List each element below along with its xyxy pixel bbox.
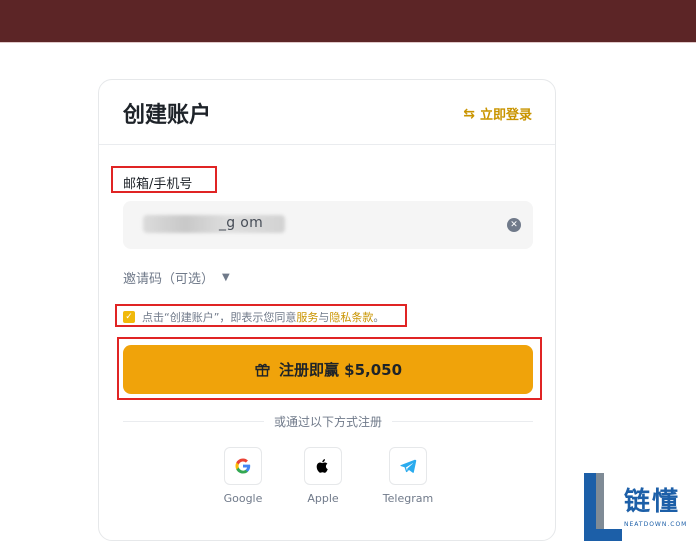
caret-down-icon: ▼: [222, 272, 230, 283]
social-telegram: Telegram: [378, 447, 438, 505]
top-bar: [0, 0, 696, 42]
create-account-card: 创建账户 ⇆ 立即登录 邮箱/手机号 _g om ✕ 邀请码（可选） ▼ ✓ 点…: [98, 79, 556, 541]
google-label: Google: [223, 492, 263, 505]
or-text: 或通过以下方式注册: [274, 415, 383, 429]
logo-l-mark: [584, 473, 622, 541]
google-icon: [235, 458, 251, 474]
social-apple: Apple: [293, 447, 353, 505]
apple-label: Apple: [307, 492, 339, 505]
email-input[interactable]: _g om ✕: [123, 201, 533, 249]
card-title: 创建账户: [123, 103, 212, 128]
watermark-brand: 链懂: [624, 487, 681, 517]
highlight-box-agreement: [115, 304, 407, 327]
email-input-value: _g om: [219, 215, 264, 231]
social-google: Google: [213, 447, 273, 505]
watermark-sub: NEATDOWN.COM: [624, 521, 688, 528]
redacted-email: [143, 215, 285, 233]
login-link-label: 立即登录: [479, 108, 532, 123]
google-button[interactable]: [224, 447, 262, 485]
highlight-box-email-label: [111, 166, 217, 193]
top-bar-border: [0, 42, 696, 43]
header-divider: [99, 144, 555, 145]
highlight-box-register: [117, 337, 542, 400]
clear-icon[interactable]: ✕: [507, 218, 521, 232]
watermark-logo: 链懂 NEATDOWN.COM: [584, 473, 696, 541]
login-link[interactable]: ⇆ 立即登录: [463, 104, 532, 124]
apple-button[interactable]: [304, 447, 342, 485]
swap-icon: ⇆: [463, 105, 475, 122]
telegram-icon: [400, 459, 417, 473]
invite-code-toggle[interactable]: 邀请码（可选） ▼: [123, 268, 230, 287]
telegram-button[interactable]: [389, 447, 427, 485]
telegram-label: Telegram: [382, 492, 434, 505]
invite-code-label: 邀请码（可选）: [123, 272, 215, 287]
or-divider: 或通过以下方式注册: [123, 413, 534, 430]
apple-icon: [316, 459, 328, 473]
